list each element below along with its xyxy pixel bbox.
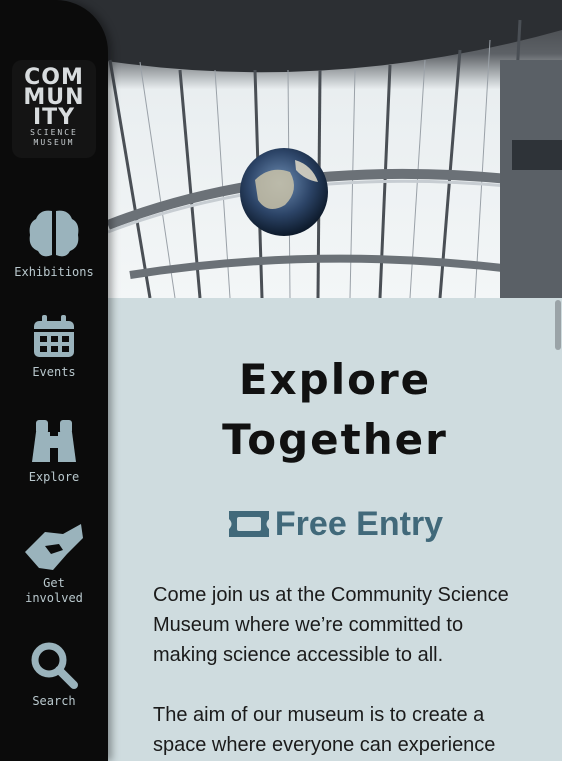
nav-item-exhibitions[interactable]: Exhibitions bbox=[0, 205, 108, 280]
free-entry-badge: Free Entry bbox=[108, 502, 562, 546]
nav-item-search[interactable]: Search bbox=[0, 640, 108, 709]
title-line-1: Explore bbox=[238, 355, 432, 404]
nav-label-explore: Explore bbox=[28, 470, 80, 484]
intro-paragraph: Come join us at the Community Science Mu… bbox=[153, 584, 509, 666]
aim-paragraph: The aim of our museum is to create a spa… bbox=[153, 704, 496, 756]
nav-label-get-involved: Get involved bbox=[25, 576, 83, 605]
free-entry-label: Free Entry bbox=[274, 505, 444, 543]
nav-item-explore[interactable]: Explore bbox=[0, 418, 108, 485]
handshake-icon bbox=[25, 524, 83, 570]
nav-label-search: Search bbox=[32, 694, 76, 708]
nav-item-events[interactable]: Events bbox=[0, 313, 108, 380]
logo-line-3: ITY bbox=[32, 105, 76, 130]
brain-icon bbox=[29, 210, 79, 257]
nav-label-exhibitions: Exhibitions bbox=[14, 265, 94, 279]
content-area: Explore Together Free Entry Come join us… bbox=[108, 298, 562, 761]
logo-line-4: SCIENCE bbox=[30, 128, 78, 137]
title-line-2: Together bbox=[222, 415, 448, 464]
page-title: Explore Together bbox=[108, 350, 562, 470]
search-icon bbox=[31, 642, 78, 689]
calendar-icon bbox=[34, 315, 74, 357]
logo-line-5: MUSEUM bbox=[33, 138, 75, 147]
binoculars-icon bbox=[32, 420, 76, 462]
nav-label-events: Events bbox=[32, 365, 76, 379]
nav-item-get-involved[interactable]: Get involved bbox=[0, 520, 108, 606]
ticket-icon bbox=[228, 511, 269, 537]
sidebar-nav: COM MUN ITY SCIENCE MUSEUM Exhibitions E… bbox=[0, 0, 108, 761]
museum-logo[interactable]: COM MUN ITY SCIENCE MUSEUM bbox=[12, 60, 96, 158]
